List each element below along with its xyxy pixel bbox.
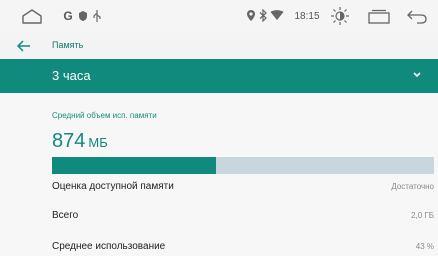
status-bar: G 18:15 <box>0 0 438 33</box>
row-label: Среднее использование <box>52 241 166 252</box>
memory-unit: МБ <box>88 135 108 150</box>
memory-usage-fill <box>52 157 217 174</box>
memory-value: 874 МБ <box>52 130 108 153</box>
memory-content: Средний объем исп. памяти 874 МБ Оценка … <box>0 93 438 256</box>
clock: 18:15 <box>294 10 320 22</box>
notification-g: G <box>63 9 73 23</box>
row-value: 2,0 ГБ <box>411 211 434 220</box>
memory-usage-bar <box>52 157 434 174</box>
row-value: Достаточно <box>391 182 434 191</box>
memory-caption: Средний объем исп. памяти <box>52 111 157 120</box>
list-item[interactable]: Среднее использование 43 % <box>52 241 434 255</box>
list-item[interactable]: Всего 2,0 ГБ <box>52 210 434 224</box>
back-nav-icon[interactable] <box>406 9 428 24</box>
row-label: Оценка доступной памяти <box>52 181 174 192</box>
page-title: Память <box>52 40 84 50</box>
usb-icon <box>92 9 102 23</box>
home-icon[interactable] <box>20 8 44 25</box>
list-item[interactable]: Оценка доступной памяти Достаточно <box>52 181 434 195</box>
row-label: Всего <box>52 210 79 221</box>
recent-apps-icon[interactable] <box>368 9 390 24</box>
chevron-down-icon <box>410 68 424 82</box>
shield-icon <box>78 10 88 22</box>
period-value: 3 часа <box>52 68 91 83</box>
location-icon <box>246 9 256 22</box>
brightness-icon[interactable] <box>330 6 350 26</box>
bluetooth-icon <box>259 9 267 22</box>
wifi-icon <box>270 10 284 21</box>
back-arrow-icon[interactable] <box>14 37 34 55</box>
row-value: 43 % <box>415 242 434 251</box>
app-bar: Память <box>0 33 438 59</box>
period-dropdown[interactable]: 3 часа <box>0 59 438 93</box>
memory-number: 874 <box>52 130 86 152</box>
